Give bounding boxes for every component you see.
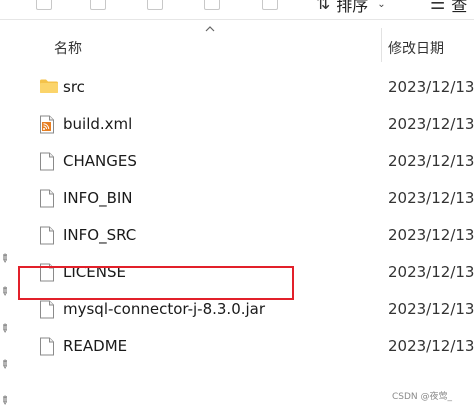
file-name: build.xml [63, 115, 133, 133]
share-icon[interactable] [204, 0, 220, 10]
paste-icon[interactable] [147, 0, 163, 10]
column-header: 名称 修改日期 [14, 26, 474, 62]
file-row-src[interactable]: src 2023/12/13 [14, 70, 474, 107]
column-name-header[interactable]: 名称 [54, 38, 82, 58]
sort-label: 排序 [336, 0, 369, 15]
file-name: src [63, 78, 85, 96]
chevron-down-icon: ⌄ [377, 0, 386, 10]
copy-icon[interactable] [90, 0, 106, 10]
file-icon [40, 226, 54, 245]
column-date-header[interactable]: 修改日期 [388, 38, 444, 58]
file-row-build-xml[interactable]: build.xml 2023/12/13 [14, 107, 474, 144]
watermark: CSDN @夜莺_ [392, 392, 453, 402]
xml-file-icon [40, 115, 54, 134]
delete-icon[interactable] [262, 0, 278, 10]
file-icon [40, 337, 54, 356]
file-name: README [63, 337, 128, 355]
folder-icon [40, 79, 58, 93]
file-name: mysql-connector-j-8.3.0.jar [63, 300, 266, 318]
file-date: 2023/12/13 [388, 300, 474, 318]
file-date: 2023/12/13 [388, 263, 474, 281]
file-row-info-src[interactable]: INFO_SRC 2023/12/13 [14, 218, 474, 255]
view-button[interactable]: ☰ 查 [430, 0, 468, 15]
toolbar-divider [0, 19, 474, 20]
sort-ascending-icon [205, 26, 215, 32]
file-date: 2023/12/13 [388, 115, 474, 133]
file-date: 2023/12/13 [388, 226, 474, 244]
new-item-icon[interactable] [36, 0, 52, 10]
toolbar: ⇅ 排序 ⌄ ☰ 查 [0, 0, 474, 15]
sort-button[interactable]: ⇅ 排序 ⌄ [316, 0, 386, 15]
file-name: CHANGES [63, 152, 137, 170]
column-divider[interactable] [381, 28, 382, 62]
highlight-annotation-box [18, 266, 294, 300]
file-date: 2023/12/13 [388, 78, 474, 96]
file-icon [40, 300, 54, 319]
pin-icon[interactable]: ✎ [0, 321, 12, 337]
pin-icon[interactable]: ✎ [0, 284, 12, 300]
file-name: INFO_BIN [63, 189, 133, 207]
view-lines-icon: ☰ [430, 0, 446, 14]
pin-icon[interactable]: ✎ [0, 357, 12, 373]
file-icon [40, 152, 54, 171]
navigation-pane-edge: ✎ ✎ ✎ ✎ ✎ [0, 20, 14, 410]
pin-icon[interactable]: ✎ [0, 251, 12, 267]
file-row-info-bin[interactable]: INFO_BIN 2023/12/13 [14, 181, 474, 218]
file-date: 2023/12/13 [388, 189, 474, 207]
file-date: 2023/12/13 [388, 337, 474, 355]
pin-icon[interactable]: ✎ [0, 393, 12, 409]
file-date: 2023/12/13 [388, 152, 474, 170]
file-name: INFO_SRC [63, 226, 137, 244]
file-row-changes[interactable]: CHANGES 2023/12/13 [14, 144, 474, 181]
file-row-readme[interactable]: README 2023/12/13 [14, 329, 474, 366]
file-icon [40, 189, 54, 208]
view-label: 查 [451, 0, 468, 15]
sort-arrows-icon: ⇅ [316, 0, 331, 14]
